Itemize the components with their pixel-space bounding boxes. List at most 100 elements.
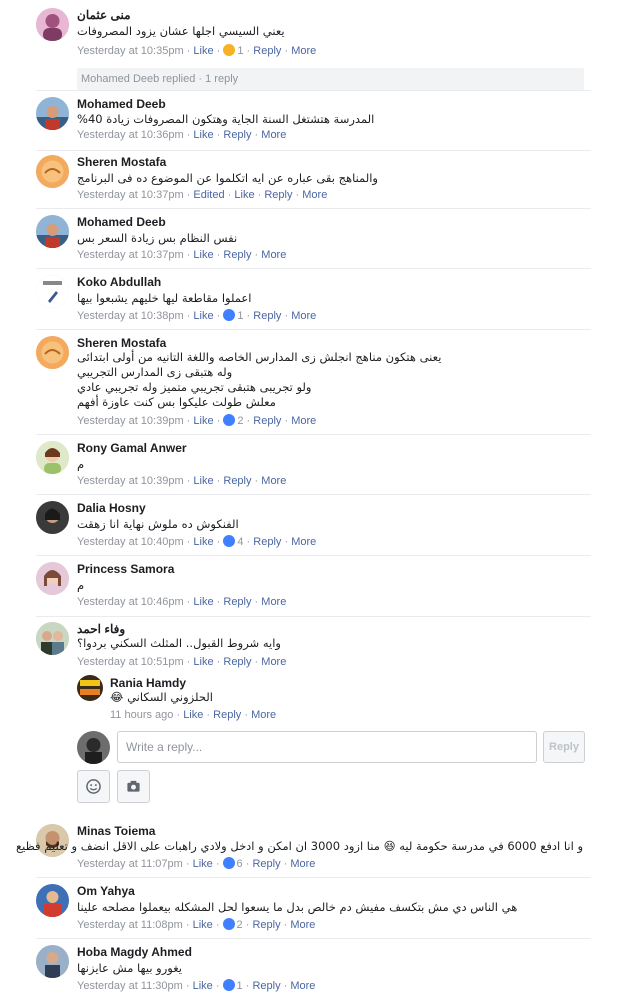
like-link[interactable]: Like <box>193 475 213 487</box>
smiley-icon[interactable] <box>77 770 110 803</box>
more-link[interactable]: More <box>291 45 316 57</box>
reply-link[interactable]: Reply <box>264 189 292 201</box>
timestamp[interactable]: Yesterday at 11:07pm <box>77 858 183 870</box>
avatar[interactable] <box>36 441 69 474</box>
like-link[interactable]: Like <box>193 45 213 57</box>
comment-author[interactable]: Mohamed Deeb <box>77 215 166 229</box>
like-link[interactable]: Like <box>193 249 213 261</box>
timestamp[interactable]: Yesterday at 10:35pm <box>77 45 184 57</box>
comment-text: نفس النظام بس زيادة السعر بس <box>77 231 583 246</box>
reply-link[interactable]: Reply <box>223 656 251 668</box>
comment-author[interactable]: Dalia Hosny <box>77 501 146 515</box>
replies-summary[interactable]: Mohamed Deeb replied · 1 reply <box>77 68 584 90</box>
comment-author[interactable]: Koko Abdullah <box>77 275 161 289</box>
reply-link[interactable]: Reply <box>213 709 241 721</box>
more-link[interactable]: More <box>291 536 316 548</box>
timestamp[interactable]: Yesterday at 10:46pm <box>77 596 184 608</box>
comment-author[interactable]: منى عثمان <box>77 8 131 22</box>
timestamp[interactable]: Yesterday at 11:08pm <box>77 919 183 931</box>
more-link[interactable]: More <box>291 310 316 322</box>
more-link[interactable]: More <box>290 858 315 870</box>
reply-link[interactable]: Reply <box>252 980 280 992</box>
comment-author[interactable]: Minas Toiema <box>77 824 155 838</box>
camera-icon[interactable] <box>117 770 150 803</box>
like-link[interactable]: Like <box>193 536 213 548</box>
timestamp[interactable]: Yesterday at 11:30pm <box>77 980 183 992</box>
reaction-count[interactable]: 2 <box>223 414 244 427</box>
avatar[interactable] <box>36 501 69 534</box>
timestamp[interactable]: Yesterday at 10:38pm <box>77 310 184 322</box>
reply-input[interactable]: Write a reply... <box>117 731 537 763</box>
avatar[interactable] <box>36 622 69 655</box>
more-link[interactable]: More <box>291 415 316 427</box>
timestamp[interactable]: Yesterday at 10:37pm <box>77 249 184 261</box>
like-link[interactable]: Like <box>193 596 213 608</box>
reply-link[interactable]: Reply <box>252 858 280 870</box>
comment-author[interactable]: وفاء احمد <box>77 622 125 636</box>
reaction-count[interactable]: 6 <box>222 857 243 870</box>
reply-link[interactable]: Reply <box>223 475 251 487</box>
comment-author[interactable]: Sheren Mostafa <box>77 336 166 350</box>
reply-link[interactable]: Reply <box>253 310 281 322</box>
more-link[interactable]: More <box>261 475 286 487</box>
reply-link[interactable]: Reply <box>253 45 281 57</box>
like-link[interactable]: Like <box>193 919 213 931</box>
timestamp[interactable]: Yesterday at 10:37pm <box>77 189 184 201</box>
timestamp[interactable]: Yesterday at 10:40pm <box>77 536 184 548</box>
like-link[interactable]: Like <box>193 858 213 870</box>
more-link[interactable]: More <box>261 249 286 261</box>
comment-author[interactable]: Rania Hamdy <box>110 676 186 690</box>
avatar[interactable] <box>36 8 69 41</box>
comment-author[interactable]: Hoba Magdy Ahmed <box>77 945 192 959</box>
more-link[interactable]: More <box>251 709 276 721</box>
reply-button[interactable]: Reply <box>543 731 585 763</box>
avatar[interactable] <box>36 884 69 917</box>
comment-author[interactable]: Om Yahya <box>77 884 135 898</box>
edited-label[interactable]: Edited <box>193 189 224 201</box>
avatar[interactable] <box>36 945 69 978</box>
comment-author[interactable]: Sheren Mostafa <box>77 155 166 169</box>
like-link[interactable]: Like <box>193 415 213 427</box>
timestamp[interactable]: 11 hours ago <box>110 709 173 721</box>
timestamp[interactable]: Yesterday at 10:51pm <box>77 656 184 668</box>
reply-link[interactable]: Reply <box>223 249 251 261</box>
reaction-count[interactable]: 2 <box>222 918 243 931</box>
avatar[interactable] <box>36 336 69 369</box>
reply-link[interactable]: Reply <box>252 919 280 931</box>
more-link[interactable]: More <box>261 656 286 668</box>
more-link[interactable]: More <box>290 980 315 992</box>
comment-meta: Yesterday at 10:38pm · Like · 1 · Reply … <box>77 309 316 322</box>
avatar[interactable] <box>36 97 69 130</box>
like-link[interactable]: Like <box>234 189 254 201</box>
more-link[interactable]: More <box>290 919 315 931</box>
reaction-count[interactable]: 1 <box>222 979 243 992</box>
avatar[interactable] <box>36 215 69 248</box>
comment-meta: Yesterday at 10:35pm · Like · 1 · Reply … <box>77 44 316 57</box>
comment-author[interactable]: Rony Gamal Anwer <box>77 441 187 455</box>
reply-link[interactable]: Reply <box>223 596 251 608</box>
timestamp[interactable]: Yesterday at 10:39pm <box>77 475 184 487</box>
reply-link[interactable]: Reply <box>253 536 281 548</box>
comment-author[interactable]: Mohamed Deeb <box>77 97 166 111</box>
more-link[interactable]: More <box>261 596 286 608</box>
avatar[interactable] <box>36 562 69 595</box>
like-link[interactable]: Like <box>193 980 213 992</box>
reaction-count[interactable]: 1 <box>223 309 244 322</box>
like-link[interactable]: Like <box>183 709 203 721</box>
like-link[interactable]: Like <box>193 656 213 668</box>
avatar[interactable] <box>77 675 103 701</box>
like-link[interactable]: Like <box>193 129 213 141</box>
like-link[interactable]: Like <box>193 310 213 322</box>
comment-text-line: يعنى هتكون مناهج انجلش زى المدارس الخاصه… <box>77 350 442 364</box>
avatar[interactable] <box>36 275 69 308</box>
timestamp[interactable]: Yesterday at 10:39pm <box>77 415 184 427</box>
timestamp[interactable]: Yesterday at 10:36pm <box>77 129 184 141</box>
reaction-count[interactable]: 1 <box>223 44 244 57</box>
more-link[interactable]: More <box>261 129 286 141</box>
reaction-count[interactable]: 4 <box>223 535 244 548</box>
reply-link[interactable]: Reply <box>253 415 281 427</box>
avatar[interactable] <box>36 155 69 188</box>
reply-link[interactable]: Reply <box>223 129 251 141</box>
more-link[interactable]: More <box>302 189 327 201</box>
comment-author[interactable]: Princess Samora <box>77 562 174 576</box>
